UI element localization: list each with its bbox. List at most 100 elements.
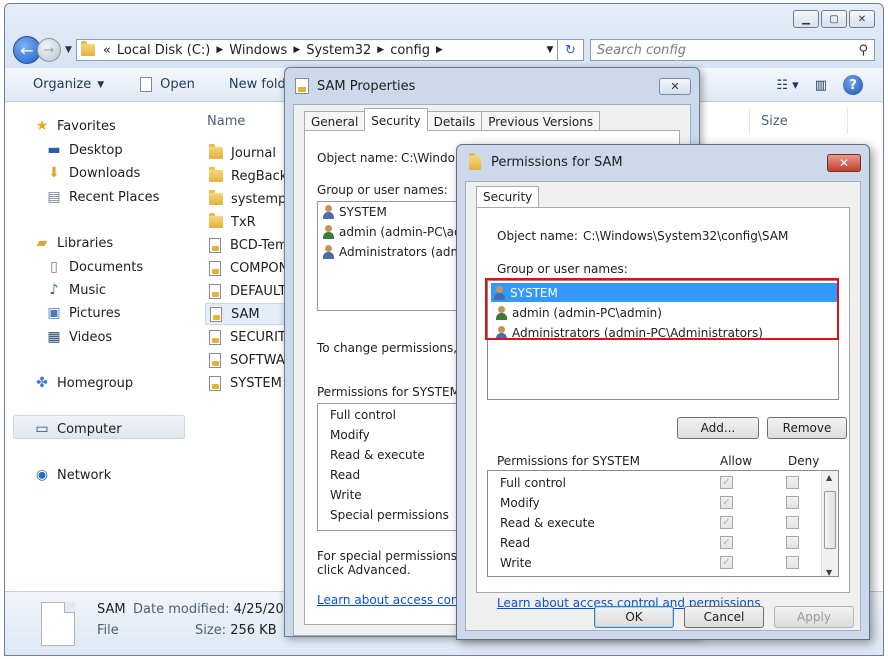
tab-previous-versions[interactable]: Previous Versions xyxy=(481,111,601,131)
allow-checkbox[interactable]: ✓ xyxy=(720,496,733,509)
breadcrumb-local-disk[interactable]: Local Disk (C:) xyxy=(117,43,210,58)
scroll-down-icon[interactable]: ▼ xyxy=(826,568,832,576)
group-icon xyxy=(493,285,507,300)
organize-button[interactable]: Organize ▼ xyxy=(5,77,118,92)
nav-libraries[interactable]: ▰ Libraries xyxy=(33,233,114,253)
deny-checkbox[interactable] xyxy=(786,496,799,509)
nav-music[interactable]: ♪ Music xyxy=(45,280,106,300)
document-icon xyxy=(140,77,153,92)
deny-checkbox[interactable] xyxy=(786,536,799,549)
column-header-name[interactable]: Name xyxy=(207,114,245,129)
ok-button[interactable]: OK xyxy=(594,606,674,628)
address-bar[interactable]: « Local Disk (C:) ▶ Windows ▶ System32 ▶… xyxy=(75,39,558,61)
folder-icon xyxy=(209,213,223,228)
file-name: systempr xyxy=(231,191,292,207)
list-item[interactable]: Administrators (admin-PC\Administrators) xyxy=(493,323,763,342)
permission-row: Write ✓ xyxy=(488,553,820,573)
close-button[interactable]: ✕ xyxy=(827,154,861,172)
nav-desktop[interactable]: ▬ Desktop xyxy=(45,140,122,160)
nav-pictures[interactable]: ▣ Pictures xyxy=(45,303,120,323)
group-names-label: Group or user names: xyxy=(497,262,628,276)
column-header-size[interactable]: Size xyxy=(761,114,788,129)
nav-downloads[interactable]: ⬇ Downloads xyxy=(45,163,140,183)
user-name: admin (admin-PC\admin) xyxy=(512,305,662,320)
dialog-body: Security Object name: C:\Windows\System3… xyxy=(465,181,861,631)
permission-row: Read ✓ xyxy=(488,533,820,553)
scroll-up-icon[interactable]: ▲ xyxy=(826,473,832,482)
permissions-for-label: Permissions for SYSTEM xyxy=(497,454,640,468)
search-input[interactable]: Search config ⚲ xyxy=(589,39,875,61)
help-icon[interactable]: ? xyxy=(843,75,863,95)
breadcrumb-config[interactable]: config xyxy=(390,43,430,58)
close-button[interactable]: ✕ xyxy=(659,78,691,95)
nav-videos[interactable]: ▦ Videos xyxy=(45,327,112,347)
dialog-title: SAM Properties xyxy=(295,78,415,94)
nav-label: Downloads xyxy=(69,165,141,181)
allow-checkbox[interactable]: ✓ xyxy=(720,536,733,549)
file-name: SYSTEM xyxy=(230,375,282,391)
breadcrumb-windows[interactable]: Windows xyxy=(229,43,287,58)
locked-file-icon xyxy=(209,283,221,299)
address-overflow[interactable]: « xyxy=(103,43,111,58)
refresh-button[interactable]: ↻ xyxy=(557,39,584,61)
nav-label: Favorites xyxy=(57,118,116,134)
search-placeholder: Search config xyxy=(596,42,686,58)
deny-checkbox[interactable] xyxy=(786,476,799,489)
permission-name: Full control xyxy=(500,476,566,490)
add-button[interactable]: Add... xyxy=(677,417,759,439)
permission-name: Full control xyxy=(330,408,396,422)
apply-button[interactable]: Apply xyxy=(774,606,854,628)
folder-icon xyxy=(209,167,223,182)
minimize-button[interactable]: ▁ xyxy=(793,10,819,28)
address-dropdown-icon[interactable]: ▼ xyxy=(543,45,557,55)
nav-network[interactable]: ◉ Network xyxy=(33,465,111,485)
tab-details[interactable]: Details xyxy=(426,111,483,131)
object-name-label: Object name: xyxy=(317,151,398,165)
object-name-value: C:\Windows\System32\config\SAM xyxy=(583,229,789,243)
nav-favorites[interactable]: ★ Favorites xyxy=(33,116,116,136)
deny-checkbox[interactable] xyxy=(786,516,799,529)
tab-security[interactable]: Security xyxy=(476,186,540,207)
remove-button[interactable]: Remove xyxy=(767,417,847,439)
allow-checkbox[interactable]: ✓ xyxy=(720,556,733,569)
column-divider[interactable] xyxy=(749,108,750,134)
nav-homegroup[interactable]: ✤ Homegroup xyxy=(33,373,133,393)
column-divider[interactable] xyxy=(847,108,848,134)
desktop-icon: ▬ xyxy=(47,142,61,158)
permissions-scrollbar[interactable]: ▲ ▼ xyxy=(821,471,838,576)
file-name: Journal xyxy=(231,145,276,161)
breadcrumb-chevron-icon[interactable]: ▶ xyxy=(293,45,300,55)
tab-general[interactable]: General xyxy=(304,111,366,131)
recent-pages-dropdown[interactable]: ▼ xyxy=(65,45,72,55)
allow-column-header: Allow xyxy=(720,454,753,468)
breadcrumb-system32[interactable]: System32 xyxy=(306,43,371,58)
locked-file-icon xyxy=(209,352,221,368)
breadcrumb-chevron-icon[interactable]: ▶ xyxy=(216,45,223,55)
close-button[interactable]: ✕ xyxy=(849,10,875,28)
nav-documents[interactable]: ▯ Documents xyxy=(45,257,143,277)
nav-computer[interactable]: ▭ Computer xyxy=(33,419,121,439)
forward-button[interactable]: → xyxy=(37,38,61,62)
search-icon[interactable]: ⚲ xyxy=(858,43,868,58)
list-item-selected[interactable]: SYSTEM xyxy=(491,283,837,302)
allow-checkbox[interactable]: ✓ xyxy=(720,516,733,529)
permission-name: Read & execute xyxy=(330,448,425,462)
view-options-button[interactable]: ☷ ▾ xyxy=(776,78,798,93)
scroll-thumb[interactable] xyxy=(824,491,836,549)
list-item[interactable]: admin (admin-PC\admin) xyxy=(493,303,662,322)
cancel-button[interactable]: Cancel xyxy=(684,606,764,628)
nav-recent-places[interactable]: ▤ Recent Places xyxy=(45,187,159,207)
details-size: Size: 256 KB xyxy=(195,623,277,638)
folder-icon xyxy=(469,152,481,170)
breadcrumb-chevron-icon[interactable]: ▶ xyxy=(436,45,443,55)
tab-security[interactable]: Security xyxy=(364,108,428,131)
preview-pane-icon[interactable]: ▥ xyxy=(815,78,827,93)
maximize-button[interactable]: ▢ xyxy=(821,10,847,28)
learn-access-control-link[interactable]: Learn about access contro xyxy=(317,593,475,607)
nav-label: Network xyxy=(57,467,112,483)
deny-checkbox[interactable] xyxy=(786,556,799,569)
breadcrumb-chevron-icon[interactable]: ▶ xyxy=(377,45,384,55)
group-user-list[interactable]: SYSTEM admin (admin-PC\admin) Administra… xyxy=(487,280,839,400)
allow-checkbox[interactable]: ✓ xyxy=(720,476,733,489)
open-button[interactable]: Open xyxy=(118,77,209,92)
